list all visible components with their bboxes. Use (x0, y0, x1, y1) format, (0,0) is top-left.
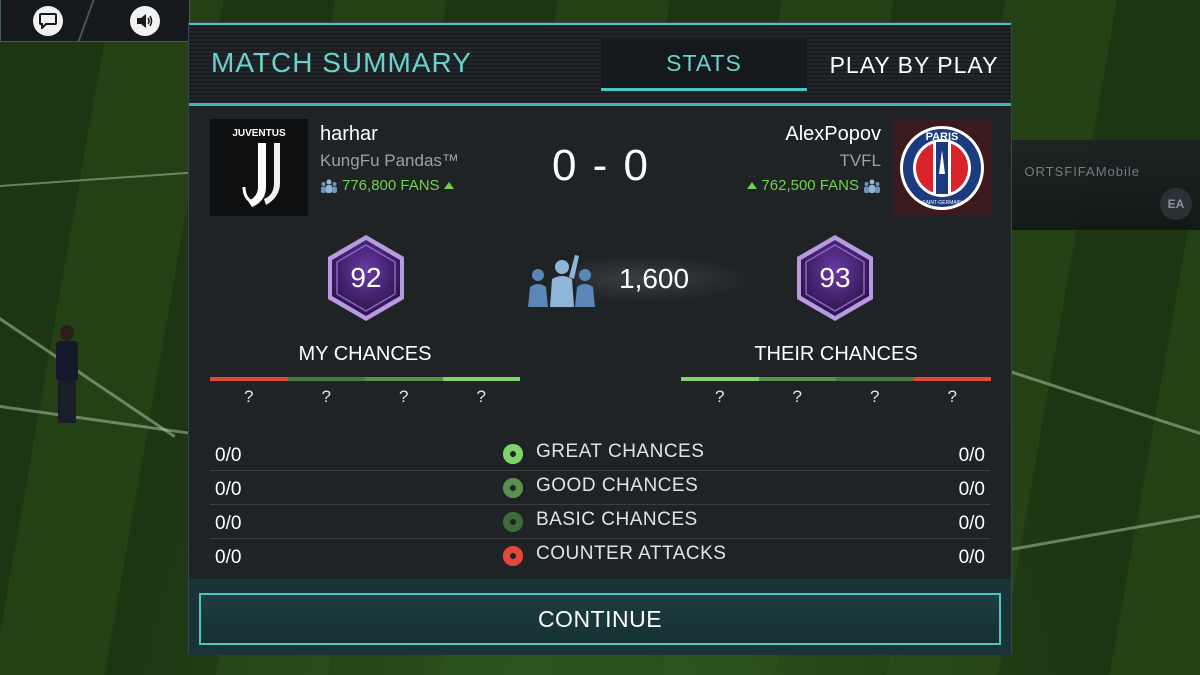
away-stat: 0/0 (958, 445, 985, 466)
chance-bar-segment (758, 377, 836, 381)
chance-bar-segment (681, 377, 759, 381)
my-chances-bar (210, 377, 520, 381)
stat-label: BASIC CHANCES (536, 509, 698, 530)
chance-bar-segment (287, 377, 365, 381)
chance-bar-segment (365, 377, 443, 381)
away-fans: 762,500 FANS (747, 177, 881, 194)
chat-button[interactable] (33, 6, 63, 36)
home-fans: 776,800 FANS (320, 177, 454, 194)
their-chances-bar (681, 377, 991, 381)
pitch-line (0, 290, 176, 438)
chance-bar-segment (913, 377, 991, 381)
home-stat: 0/0 (215, 445, 242, 466)
chance-bar-segment (210, 377, 288, 381)
home-stat: 0/0 (215, 547, 242, 568)
match-score: 0 - 0 (551, 141, 651, 190)
good-ball-icon (503, 478, 523, 498)
chance-bar-segment (442, 377, 520, 381)
their-chances-title: THEIR CHANCES (754, 343, 918, 365)
home-team-name: harhar (320, 123, 378, 145)
continue-footer: CONTINUE (189, 579, 1011, 655)
attendance: 1,600 (525, 251, 745, 307)
sound-button[interactable] (130, 6, 160, 36)
crest-text-bottom: SAINT-GERMAIN (922, 200, 962, 206)
trend-up-icon (443, 182, 454, 189)
pitch-line (1009, 370, 1200, 454)
my-chances-title: MY CHANCES (298, 343, 432, 365)
counter-ball-icon (503, 546, 523, 566)
away-fans-count: 762,500 FANS (761, 177, 859, 194)
away-stat: 0/0 (958, 513, 985, 534)
chance-bar-segment (836, 377, 914, 381)
trend-up-icon (747, 182, 758, 189)
away-crest: PARIS SAINT-GERMAIN (893, 119, 991, 216)
divider (77, 0, 95, 42)
chance-value: ? (715, 387, 725, 406)
my-chances-values: ? ? ? ? (210, 387, 520, 407)
home-team-rating: 92 (322, 233, 410, 323)
home-stat: 0/0 (215, 479, 242, 500)
stat-label: GREAT CHANCES (536, 441, 705, 462)
background-player (50, 325, 84, 425)
away-team-name: AlexPopov (785, 123, 881, 145)
fans-icon (864, 179, 880, 193)
stat-row-good-chances: 0/0 GOOD CHANCES 0/0 (210, 471, 990, 505)
pitch-line (0, 405, 189, 435)
away-stat: 0/0 (958, 479, 985, 500)
chance-value: ? (476, 387, 486, 406)
away-rating-value: 93 (819, 262, 851, 293)
continue-button[interactable]: CONTINUE (199, 593, 1001, 645)
away-team-rating: 93 (791, 233, 879, 323)
home-fans-count: 776,800 FANS (342, 177, 440, 194)
chance-value: ? (321, 387, 331, 406)
crest-text-top: PARIS (926, 131, 959, 143)
home-club-name: KungFu Pandas™ (320, 151, 459, 170)
away-stat: 0/0 (958, 547, 985, 568)
their-chances-values: ? ? ? ? (681, 387, 991, 407)
top-controls (0, 0, 190, 42)
tab-play-by-play[interactable]: PLAY BY PLAY (819, 39, 1009, 91)
home-stat: 0/0 (215, 513, 242, 534)
chance-value: ? (399, 387, 409, 406)
attendance-value: 1,600 (619, 263, 690, 294)
juventus-crest-icon: JUVENTUS (232, 128, 286, 207)
stat-label: GOOD CHANCES (536, 475, 699, 496)
header-divider (189, 103, 1011, 106)
chat-bubble-icon (39, 13, 57, 29)
panel-header: MATCH SUMMARY STATS PLAY BY PLAY (189, 25, 1011, 105)
chance-value: ? (792, 387, 802, 406)
tab-stats[interactable]: STATS (601, 39, 807, 91)
chance-value: ? (870, 387, 880, 406)
stat-label: COUNTER ATTACKS (536, 543, 727, 564)
pitch-line (1010, 513, 1200, 551)
stat-row-counter-attacks: 0/0 COUNTER ATTACKS 0/0 (210, 539, 990, 573)
away-club-name: TVFL (839, 151, 881, 170)
ea-logo: EA (1160, 188, 1192, 220)
ad-board-text: ORTSFIFAMobile (1024, 164, 1140, 179)
stat-row-great-chances: 0/0 GREAT CHANCES 0/0 (210, 437, 990, 471)
fans-icon (321, 179, 337, 193)
chance-value: ? (244, 387, 254, 406)
stat-row-basic-chances: 0/0 BASIC CHANCES 0/0 (210, 505, 990, 539)
home-rating-value: 92 (350, 262, 382, 293)
speaker-icon (137, 14, 153, 28)
home-crest: JUVENTUS (210, 119, 308, 216)
psg-crest-icon: PARIS SAINT-GERMAIN (900, 125, 984, 210)
basic-ball-icon (503, 512, 523, 532)
crest-text: JUVENTUS (232, 128, 286, 139)
pitch-line (0, 171, 190, 187)
crowd-icon (528, 255, 595, 307)
great-ball-icon (503, 444, 523, 464)
chance-value: ? (947, 387, 957, 406)
page-title: MATCH SUMMARY (211, 47, 472, 78)
match-summary-panel: MATCH SUMMARY STATS PLAY BY PLAY JUVENTU… (188, 22, 1012, 655)
